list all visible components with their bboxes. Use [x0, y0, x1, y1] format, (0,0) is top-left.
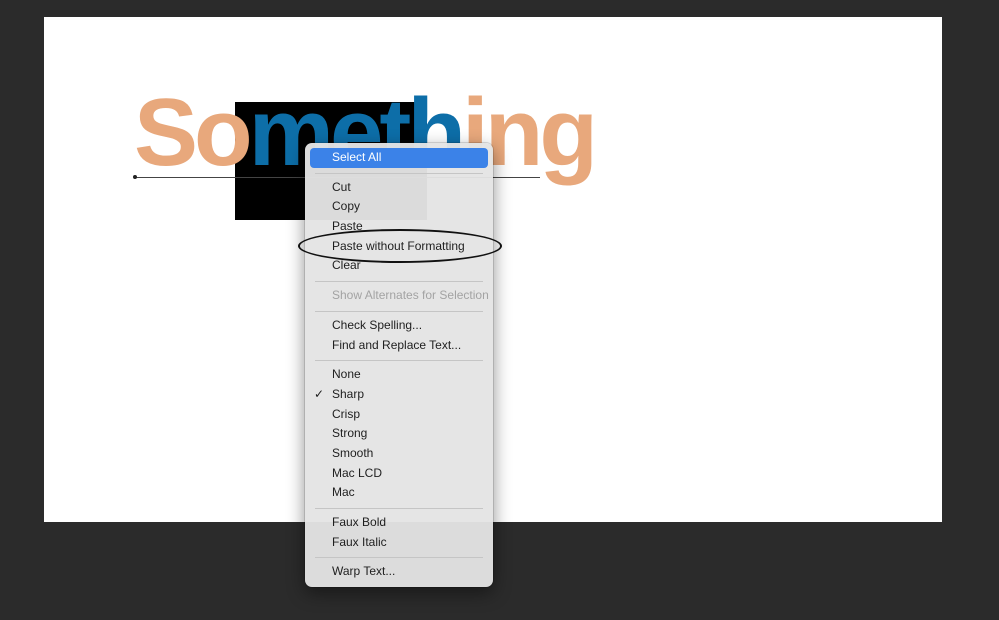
menu-item-label: Crisp: [332, 406, 361, 421]
menu-item-label: Mac: [332, 485, 355, 500]
menu-item-label: Paste: [332, 219, 363, 234]
menu-separator: [315, 557, 483, 559]
menu-item-label: Check Spelling...: [332, 317, 423, 332]
menu-item-faux-italic[interactable]: Faux Italic: [310, 533, 488, 553]
menu-item-mac[interactable]: Mac: [310, 483, 488, 503]
text-anchor-point: [133, 175, 137, 179]
menu-item-none[interactable]: None: [310, 365, 488, 385]
menu-item-label: Clear: [332, 258, 361, 273]
menu-item-label: Faux Italic: [332, 534, 387, 549]
menu-item-label: Smooth: [332, 445, 374, 460]
menu-item-select-all[interactable]: Select All: [310, 148, 488, 168]
menu-item-clear[interactable]: Clear: [310, 256, 488, 276]
text-unselected-start: So: [134, 79, 253, 186]
menu-separator: [315, 281, 483, 283]
menu-item-label: Mac LCD: [332, 465, 383, 480]
menu-item-find-and-replace-text[interactable]: Find and Replace Text...: [310, 336, 488, 356]
checkmark-icon: ✓: [314, 386, 325, 401]
menu-item-faux-bold[interactable]: Faux Bold: [310, 513, 488, 533]
menu-item-smooth[interactable]: Smooth: [310, 444, 488, 464]
menu-item-check-spelling[interactable]: Check Spelling...: [310, 316, 488, 336]
menu-item-label: Sharp: [332, 386, 365, 401]
menu-item-show-alternates-for-selection: Show Alternates for Selection: [310, 286, 489, 306]
menu-item-label: Faux Bold: [332, 515, 387, 529]
menu-item-strong[interactable]: Strong: [310, 424, 488, 444]
menu-item-label: Paste without Formatting: [332, 238, 465, 253]
menu-item-label: Copy: [332, 199, 361, 214]
menu-item-crisp[interactable]: Crisp: [310, 405, 488, 425]
menu-separator: [315, 310, 483, 312]
menu-item-label: Show Alternates for Selection: [332, 288, 489, 303]
menu-separator: [315, 508, 483, 509]
menu-item-label: Warp Text...: [332, 564, 396, 579]
menu-item-label: None: [332, 367, 361, 382]
menu-item-paste[interactable]: Paste: [310, 217, 488, 237]
workspace: Something Select All Cut Copy Paste Paste wi…: [0, 0, 999, 620]
menu-item-label: Select All: [332, 150, 382, 164]
menu-item-label: Strong: [332, 426, 368, 441]
menu-item-copy[interactable]: Copy: [310, 197, 488, 217]
menu-item-label: Find and Replace Text...: [332, 337, 462, 352]
menu-separator: [315, 360, 483, 362]
menu-item-sharp[interactable]: ✓ Sharp: [310, 385, 488, 405]
menu-item-paste-without-formatting[interactable]: Paste without Formatting: [310, 237, 488, 257]
menu-item-warp-text[interactable]: Warp Text...: [310, 562, 488, 582]
context-menu: Select All Cut Copy Paste Paste without Form…: [305, 143, 493, 587]
menu-separator: [315, 172, 483, 174]
menu-item-cut[interactable]: Cut: [310, 178, 488, 198]
document-canvas[interactable]: Something: [44, 17, 942, 522]
menu-item-mac-lcd[interactable]: Mac LCD: [310, 464, 488, 484]
menu-item-label: Cut: [332, 179, 351, 194]
